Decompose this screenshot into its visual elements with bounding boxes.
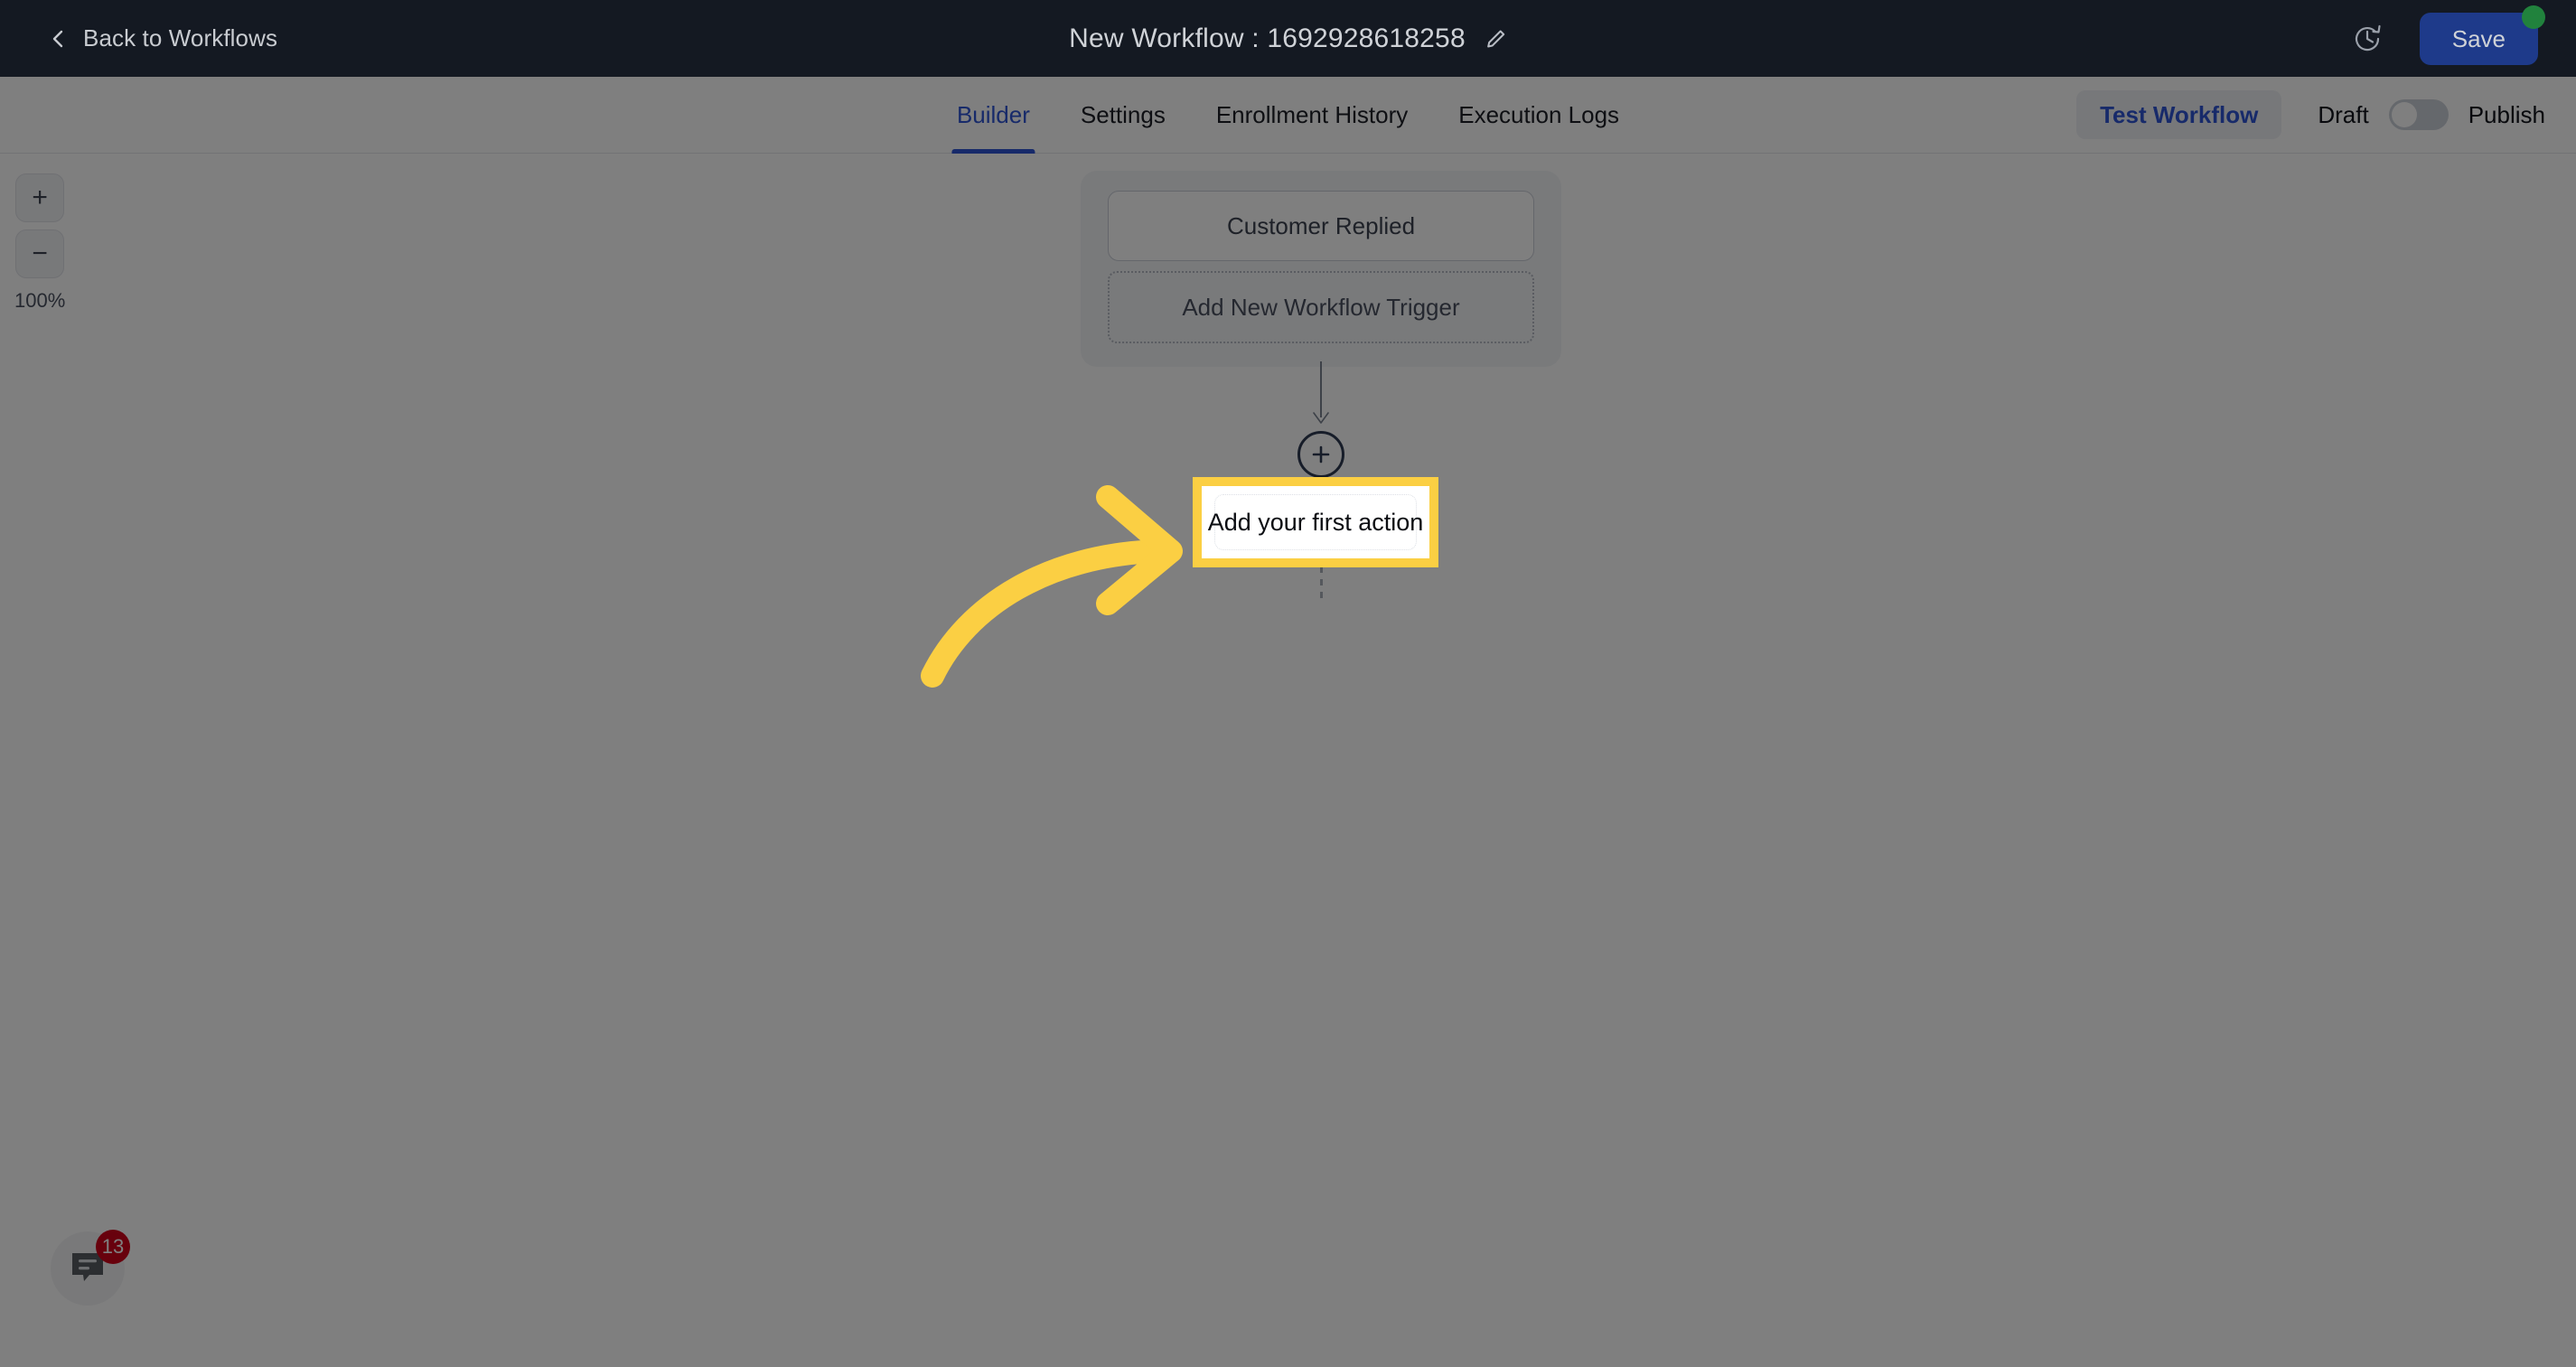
- tab-enrollment-history-label: Enrollment History: [1215, 101, 1409, 128]
- trigger-node-customer-replied[interactable]: Customer Replied: [1108, 191, 1534, 261]
- publish-toggle-knob: [2391, 102, 2417, 127]
- header-actions: Save: [2351, 5, 2545, 65]
- add-step-plus-button[interactable]: [1297, 431, 1344, 478]
- publish-label: Publish: [2468, 100, 2545, 128]
- chevron-left-icon: [49, 29, 69, 49]
- draft-label: Draft: [2318, 100, 2369, 128]
- tab-enrollment-history[interactable]: Enrollment History: [1191, 77, 1433, 154]
- zoom-in-button[interactable]: +: [15, 173, 65, 222]
- unsaved-changes-indicator: [2522, 5, 2545, 29]
- zoom-out-button[interactable]: −: [15, 229, 65, 278]
- chat-launcher-button[interactable]: 13: [51, 1230, 130, 1306]
- save-button[interactable]: Save: [2419, 12, 2538, 65]
- add-new-workflow-trigger-button[interactable]: Add New Workflow Trigger: [1108, 271, 1534, 343]
- tab-list: Builder Settings Enrollment History Exec…: [932, 77, 1644, 154]
- coachmark-highlight-box[interactable]: Add your first action: [1193, 477, 1438, 567]
- tab-execution-logs[interactable]: Execution Logs: [1433, 77, 1644, 154]
- draft-publish-toggle-group: Draft Publish: [2318, 99, 2545, 130]
- test-workflow-button[interactable]: Test Workflow: [2076, 90, 2282, 139]
- trigger-group-container: Customer Replied Add New Workflow Trigge…: [1081, 171, 1561, 367]
- workflow-builder-page: Back to Workflows New Workflow : 1692928…: [0, 0, 2576, 1367]
- zoom-level-label: 100%: [14, 289, 66, 312]
- connector-arrowhead-icon: [1312, 412, 1330, 425]
- back-to-workflows-label: Back to Workflows: [83, 24, 278, 51]
- workflow-title-group: New Workflow : 1692928618258: [1069, 23, 1507, 54]
- plus-circle-icon: [1309, 443, 1333, 466]
- back-to-workflows-button[interactable]: Back to Workflows: [49, 24, 277, 52]
- tab-bar-actions: Test Workflow Draft Publish: [2076, 90, 2545, 139]
- history-clock-icon[interactable]: [2351, 23, 2384, 55]
- page-title: New Workflow : 1692928618258: [1069, 23, 1466, 53]
- pencil-icon[interactable]: [1485, 28, 1507, 50]
- tab-execution-logs-label: Execution Logs: [1458, 101, 1620, 128]
- workflow-canvas[interactable]: + − 100% Customer Replied Add New Workfl…: [0, 154, 2576, 1367]
- connector-line-top: [1320, 361, 1322, 417]
- coachmark-highlight-label: Add your first action: [1208, 494, 1423, 550]
- save-button-wrapper: Save: [2419, 5, 2545, 65]
- tab-builder[interactable]: Builder: [932, 77, 1055, 154]
- publish-toggle[interactable]: [2388, 99, 2449, 130]
- tab-builder-label: Builder: [956, 101, 1030, 128]
- top-header-bar: Back to Workflows New Workflow : 1692928…: [0, 0, 2576, 77]
- zoom-controls: + − 100%: [14, 173, 65, 313]
- tab-bar: Builder Settings Enrollment History Exec…: [0, 77, 2576, 154]
- tab-settings-label: Settings: [1080, 101, 1166, 128]
- chat-unread-badge: 13: [96, 1230, 130, 1264]
- tab-settings[interactable]: Settings: [1055, 77, 1191, 154]
